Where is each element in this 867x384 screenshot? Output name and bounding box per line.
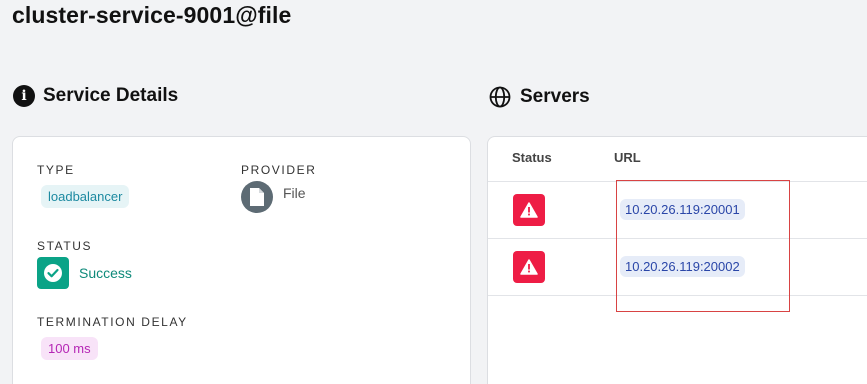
warning-icon xyxy=(513,194,545,226)
page-title: cluster-service-9001@file xyxy=(12,2,292,28)
server-url-chip[interactable]: 10.20.26.119:20001 xyxy=(620,199,745,220)
globe-icon xyxy=(489,86,511,108)
termination-delay-chip: 100 ms xyxy=(41,337,98,360)
servers-card: Status URL 10.20.26.119:20001 10.20.26.1… xyxy=(487,136,867,384)
status-row: Success xyxy=(37,257,132,289)
warning-icon xyxy=(513,251,545,283)
status-text: Success xyxy=(79,265,132,281)
url-column-header: URL xyxy=(614,150,641,165)
provider-name: File xyxy=(283,185,306,201)
service-details-heading: i Service Details xyxy=(13,85,178,107)
status-label: STATUS xyxy=(37,239,93,253)
file-icon xyxy=(241,181,273,213)
provider-label: PROVIDER xyxy=(241,163,317,177)
check-circle-icon xyxy=(37,257,69,289)
header-divider xyxy=(488,181,867,182)
service-details-card: TYPE loadbalancer PROVIDER File STATUS S… xyxy=(12,136,471,384)
type-chip: loadbalancer xyxy=(41,185,130,208)
type-label: TYPE xyxy=(37,163,75,177)
row-divider xyxy=(488,295,867,296)
provider-row: File xyxy=(241,181,306,213)
status-column-header: Status xyxy=(512,150,552,165)
servers-heading: Servers xyxy=(488,85,590,109)
info-icon: i xyxy=(13,85,35,107)
service-details-title: Service Details xyxy=(43,85,179,106)
row-divider xyxy=(488,238,867,239)
termination-delay-label: TERMINATION DELAY xyxy=(37,315,188,329)
servers-title: Servers xyxy=(520,86,590,107)
server-url-chip[interactable]: 10.20.26.119:20002 xyxy=(620,256,745,277)
